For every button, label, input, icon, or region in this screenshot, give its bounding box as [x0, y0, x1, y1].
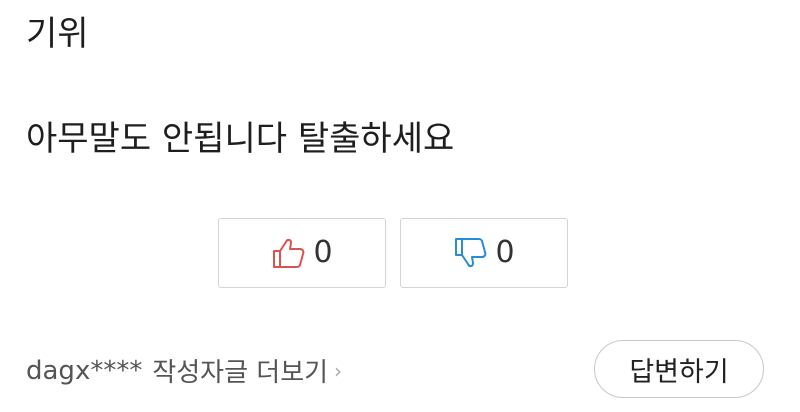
thumbs-down-icon	[453, 236, 489, 270]
chevron-right-icon[interactable]: ›	[334, 359, 342, 383]
author-info: dagx**** 작성자글 더보기 ›	[26, 352, 342, 389]
like-button[interactable]: 0	[218, 218, 386, 288]
dislike-count: 0	[495, 235, 515, 270]
dislike-button[interactable]: 0	[400, 218, 568, 288]
answer-text: 아무말도 안됩니다 탈출하세요	[26, 119, 455, 159]
question-title: 기위	[26, 14, 89, 54]
thumbs-up-icon	[271, 236, 307, 270]
vote-row: 0 0	[218, 218, 568, 288]
more-posts-link[interactable]: 작성자글 더보기	[152, 352, 328, 389]
reply-button[interactable]: 답변하기	[594, 340, 764, 398]
author-id[interactable]: dagx****	[26, 356, 142, 386]
like-count: 0	[313, 235, 333, 270]
